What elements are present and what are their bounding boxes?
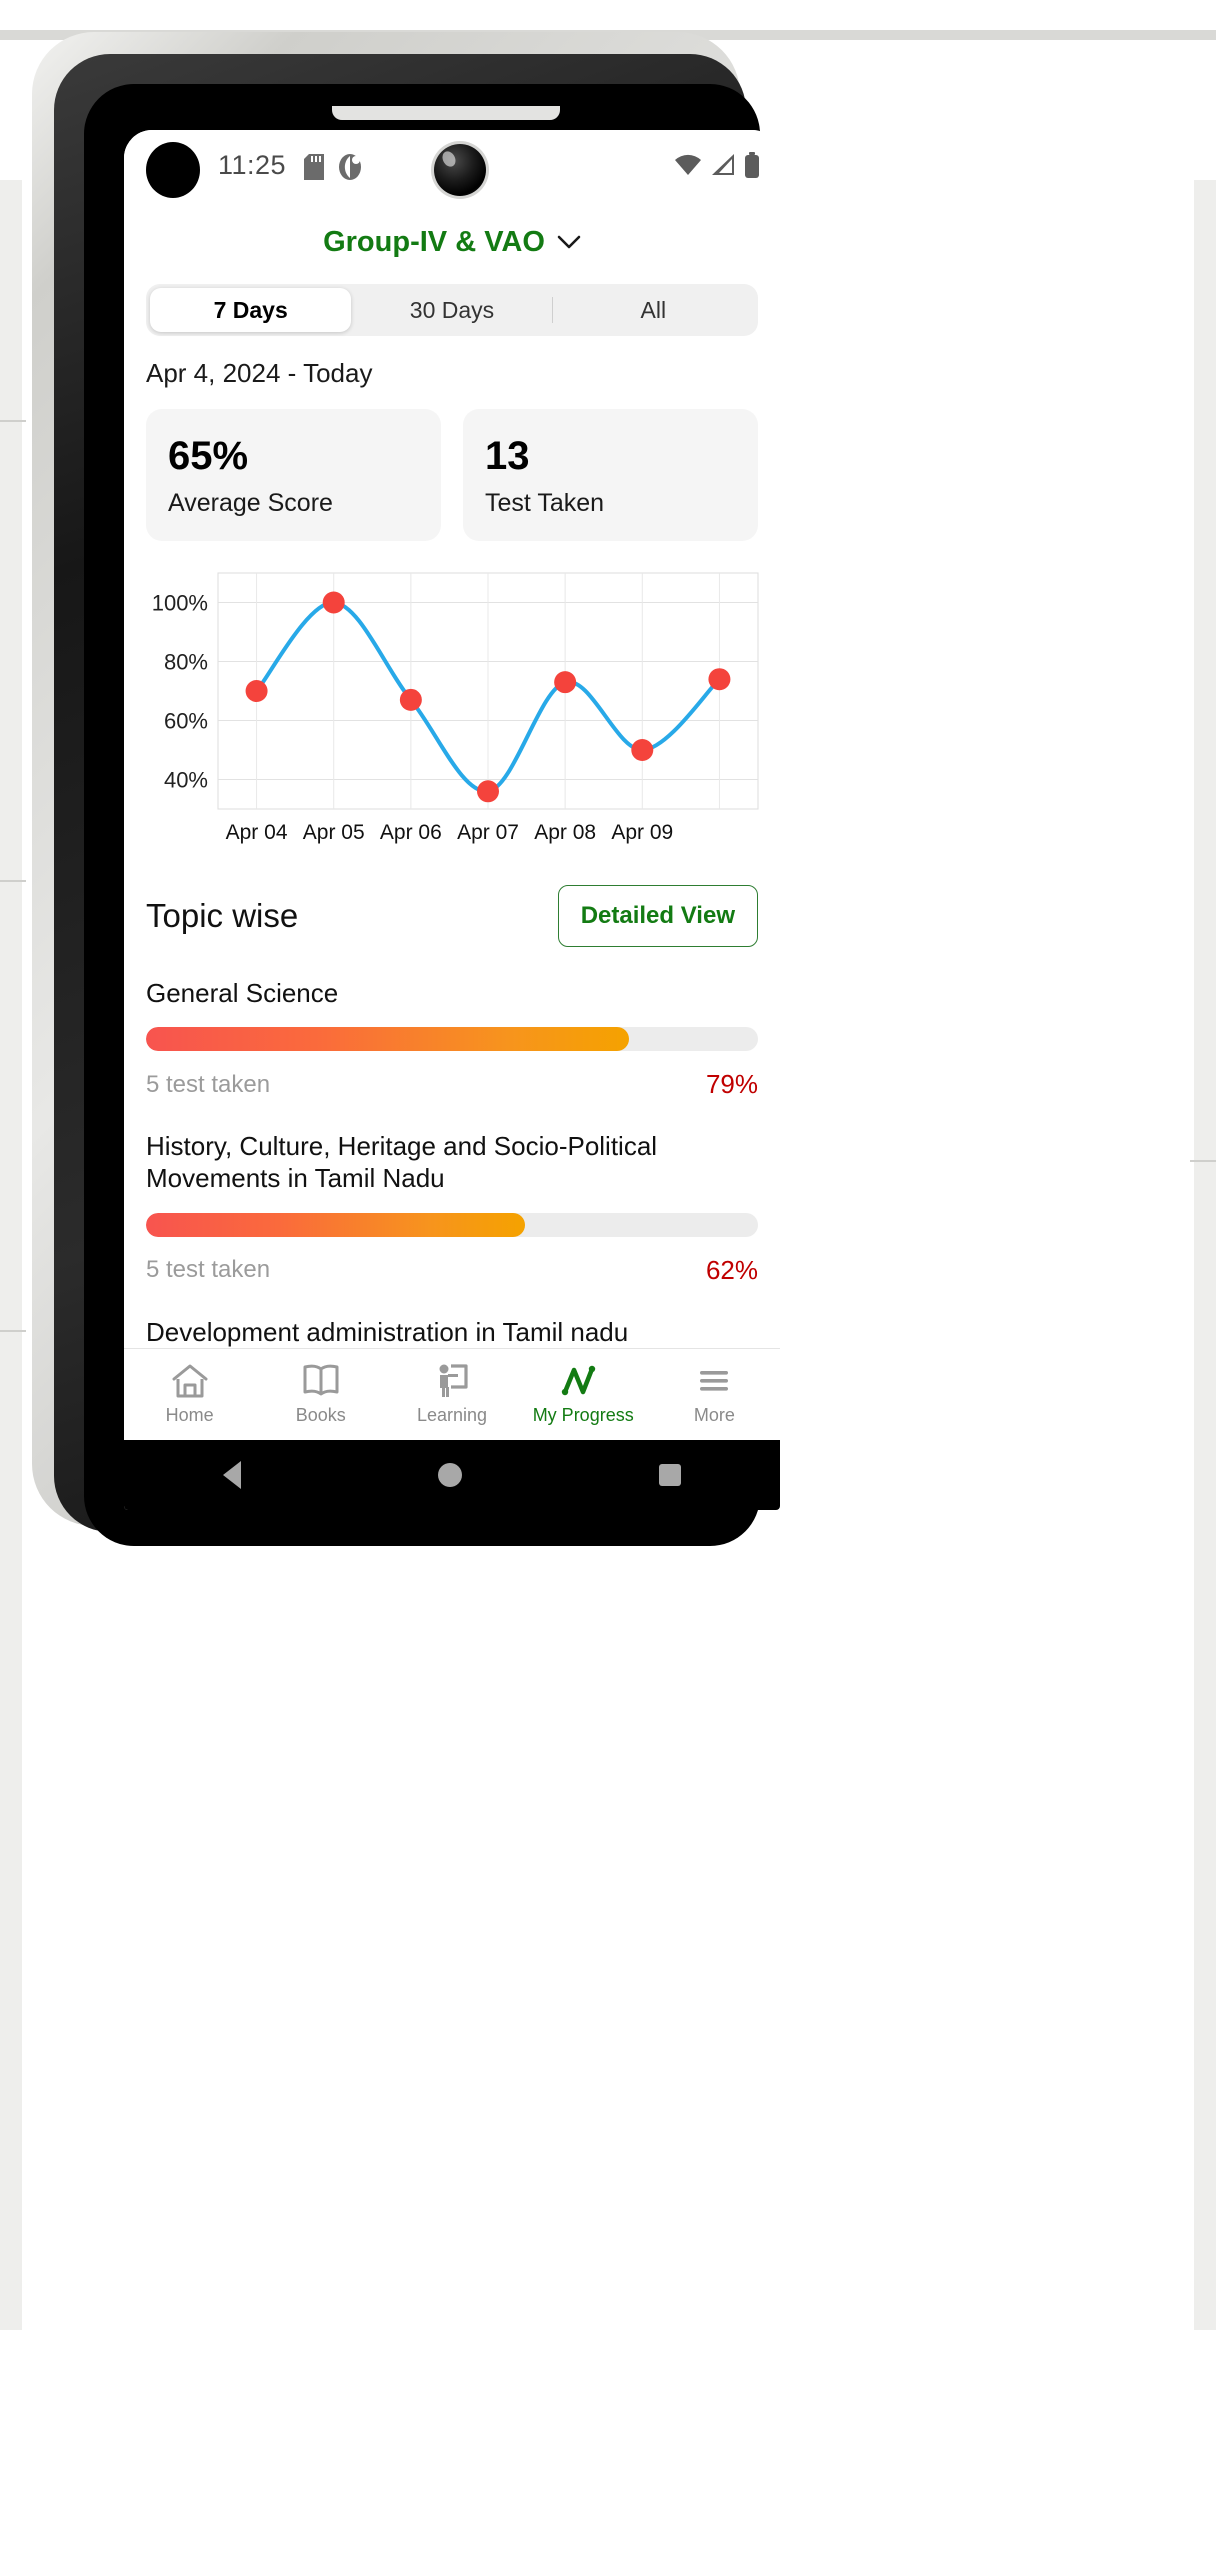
device-outer-shell: 11:25 Group-IV & VAO 7 Days 30 Days All … <box>32 32 780 1546</box>
chevron-down-icon[interactable] <box>557 235 581 249</box>
nav-label: More <box>693 1405 735 1425</box>
tab-7-days[interactable]: 7 Days <box>150 288 352 332</box>
chart-x-tick: Apr 07 <box>457 821 519 844</box>
chart-x-tick: Apr 05 <box>303 821 365 844</box>
book-icon <box>303 1364 339 1396</box>
average-score-value: 65% <box>168 434 249 478</box>
phone-device-frame: 11:25 Group-IV & VAO 7 Days 30 Days All … <box>18 18 1198 1546</box>
nav-item-learning[interactable]: Learning <box>386 1363 517 1426</box>
progress-bar-fill <box>146 1027 630 1052</box>
chart-y-tick: 100% <box>152 591 208 616</box>
stat-card-test-taken: 13 Test Taken <box>463 409 758 541</box>
chart-point[interactable] <box>708 668 731 691</box>
topic-name: General Science <box>146 978 339 1008</box>
topic-list: General Science 5 test taken 79% History… <box>124 947 780 1348</box>
progress-icon <box>562 1365 596 1396</box>
android-navigation-bar <box>124 1440 780 1510</box>
nav-item-home[interactable]: Home <box>124 1363 255 1426</box>
dnd-icon <box>339 154 361 180</box>
phone-screen: 11:25 Group-IV & VAO 7 Days 30 Days All … <box>124 130 780 1510</box>
page-title: Group-IV & VAO <box>323 225 545 258</box>
date-range-label: Apr 4, 2024 - Today <box>146 358 373 388</box>
topic-percent: 79% <box>705 1069 758 1100</box>
chart-x-tick: Apr 09 <box>611 821 673 844</box>
progress-bar-track <box>146 1027 758 1052</box>
range-tabs: 7 Days 30 Days All <box>146 284 758 336</box>
chart-point[interactable] <box>322 591 345 614</box>
topic-percent: 62% <box>705 1254 758 1285</box>
battery-icon <box>745 152 759 178</box>
topic-name: Development administration in Tamil nadu <box>146 1316 629 1347</box>
nav-item-more[interactable]: More <box>649 1363 780 1426</box>
test-taken-label: Test Taken <box>485 489 605 517</box>
topic-row-general-science[interactable]: General Science 5 test taken 79% <box>146 947 758 1100</box>
tab-all[interactable]: All <box>553 288 754 332</box>
bottom-navigation: Home Books Learning My Progress More <box>124 1348 780 1440</box>
home-button[interactable] <box>437 1463 462 1487</box>
learning-icon <box>439 1364 468 1397</box>
chart-gridlines <box>217 572 759 810</box>
front-camera-lens <box>434 144 486 196</box>
tab-30-days[interactable]: 30 Days <box>351 288 552 332</box>
nav-item-books[interactable]: Books <box>255 1363 386 1426</box>
chart-x-tick: Apr 06 <box>380 821 442 844</box>
status-time: 11:25 <box>218 150 287 180</box>
topic-section-title: Topic wise <box>146 897 299 934</box>
topic-meta: 5 test taken 79% <box>146 1069 758 1100</box>
nav-label: Learning <box>416 1405 488 1425</box>
chart-y-axis-labels: 40% 60% 80% 100% <box>152 591 208 793</box>
chart-canvas: 40%60%80%100% Apr 04 Apr 05 Apr 06 Apr 07 Ap… <box>152 572 759 844</box>
score-trend-chart: 40% 60% 80% 100% Apr 04 Apr 05 Apr 06 Apr 07 Ap… <box>124 541 780 859</box>
stat-card-average-score: 65% Average Score <box>146 409 441 541</box>
topic-tests-taken: 5 test taken <box>146 1256 271 1284</box>
average-score-label: Average Score <box>168 489 333 517</box>
chart-point[interactable] <box>554 671 577 694</box>
back-button[interactable] <box>222 1461 241 1489</box>
hamburger-icon <box>700 1371 729 1391</box>
stat-cards: 65% Average Score 13 Test Taken <box>124 389 780 541</box>
nav-label: Books <box>295 1405 346 1425</box>
range-tabs-wrapper: 7 Days 30 Days All <box>124 284 780 336</box>
chart-y-tick: 40% <box>164 768 208 793</box>
topic-name: History, Culture, Heritage and Socio-Pol… <box>146 1131 658 1194</box>
home-icon <box>172 1364 208 1398</box>
nav-label: My Progress <box>532 1405 634 1425</box>
topic-meta: 5 test taken 62% <box>146 1255 758 1286</box>
nav-label: Home <box>165 1405 214 1425</box>
chart-y-tick: 60% <box>164 709 208 734</box>
chart-point[interactable] <box>631 739 654 761</box>
progress-bar-fill <box>146 1212 526 1237</box>
detailed-view-button[interactable]: Detailed View <box>557 885 758 947</box>
chart-x-tick: Apr 04 <box>226 821 288 844</box>
earpiece-speaker <box>332 106 560 120</box>
chart-x-axis-labels: Apr 04 Apr 05 Apr 06 Apr 07 Apr 08 Apr 09 <box>226 821 674 844</box>
app-header[interactable]: Group-IV & VAO <box>124 200 780 284</box>
device-bezel: 11:25 Group-IV & VAO 7 Days 30 Days All … <box>84 84 780 1546</box>
device-mid-shell: 11:25 Group-IV & VAO 7 Days 30 Days All … <box>54 54 780 1546</box>
topic-section-header: Topic wise Detailed View <box>124 859 780 947</box>
tab-divider <box>552 297 554 323</box>
test-taken-value: 13 <box>485 434 530 478</box>
status-icons-right <box>674 152 760 178</box>
status-bar: 11:25 <box>124 130 780 200</box>
sd-card-icon <box>304 154 324 180</box>
topic-row-history-culture[interactable]: History, Culture, Heritage and Socio-Pol… <box>146 1100 758 1285</box>
progress-bar-track <box>146 1212 758 1237</box>
topic-tests-taken: 5 test taken <box>146 1070 271 1098</box>
signal-icon <box>712 154 734 175</box>
nav-item-my-progress[interactable]: My Progress <box>518 1363 649 1426</box>
chart-x-tick: Apr 08 <box>534 821 596 844</box>
chart-point[interactable] <box>477 780 499 803</box>
chart-y-tick: 80% <box>164 650 208 675</box>
topic-row-development-administration[interactable]: Development administration in Tamil nadu <box>146 1286 758 1348</box>
wifi-icon <box>675 154 701 175</box>
recents-button[interactable] <box>659 1464 682 1486</box>
camera-punch-hole <box>146 142 200 198</box>
chart-point[interactable] <box>245 680 268 702</box>
chart-point[interactable] <box>399 688 422 711</box>
